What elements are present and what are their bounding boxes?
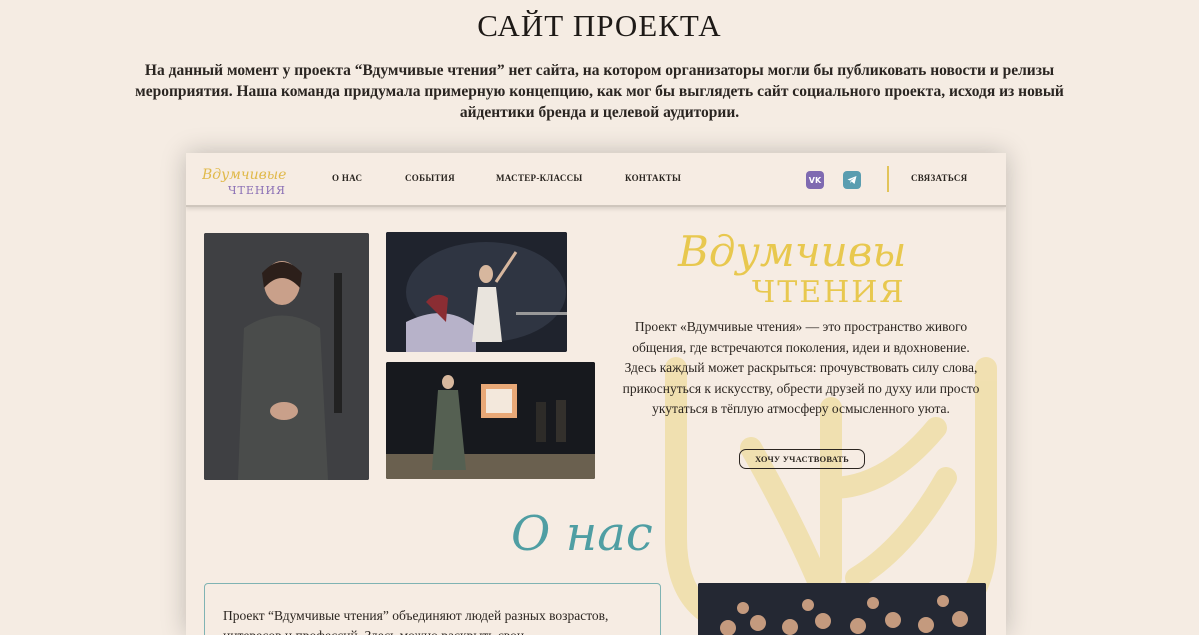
nav-item-events[interactable]: СОБЫТИЯ [405,173,455,183]
nav-item-about[interactable]: О НАС [332,173,362,183]
vk-icon[interactable]: VK [806,171,824,189]
logo-line2: ЧТЕНИЯ [228,184,286,197]
nav-item-contacts[interactable]: КОНТАКТЫ [625,173,681,183]
hero-logo: Вдумчивые ЧТЕНИЯ [677,227,906,310]
contact-us-link[interactable]: СВЯЗАТЬСЯ [911,173,967,183]
nav-item-masterclasses[interactable]: МАСТЕР-КЛАССЫ [496,173,583,183]
about-text: Проект “Вдумчивые чтения” объединяют люд… [223,608,609,635]
site-navbar: Вдумчивые ЧТЕНИЯ О НАС СОБЫТИЯ МАСТЕР-КЛ… [186,153,1006,207]
site-logo[interactable]: Вдумчивые ЧТЕНИЯ [202,163,288,199]
page-title: САЙТ ПРОЕКТА [477,8,722,43]
hero-description: Проект «Вдумчивые чтения» — это простран… [622,319,980,416]
about-card: Проект “Вдумчивые чтения” объединяют люд… [204,583,661,635]
photo-lecture-with-projector [386,362,595,479]
svg-text:О нас: О нас [511,506,653,562]
photo-stage-performance [386,232,567,352]
about-title: О нас [511,506,653,562]
nav-divider [887,166,889,192]
website-mockup: Вдумчивые ЧТЕНИЯ О НАС СОБЫТИЯ МАСТЕР-КЛ… [186,153,1006,635]
telegram-icon[interactable] [843,171,861,189]
logo-line1: Вдумчивые [202,167,286,183]
photo-audience [698,583,986,635]
participate-button[interactable]: ХОЧУ УЧАСТВОВАТЬ [739,449,865,469]
hero-logo-line2: ЧТЕНИЯ [752,275,906,310]
intro-paragraph: На данный момент у проекта “Вдумчивые чт… [135,62,1064,121]
photo-woman-in-grey-dress [204,233,369,480]
hero-logo-line1: Вдумчивые [677,227,906,276]
